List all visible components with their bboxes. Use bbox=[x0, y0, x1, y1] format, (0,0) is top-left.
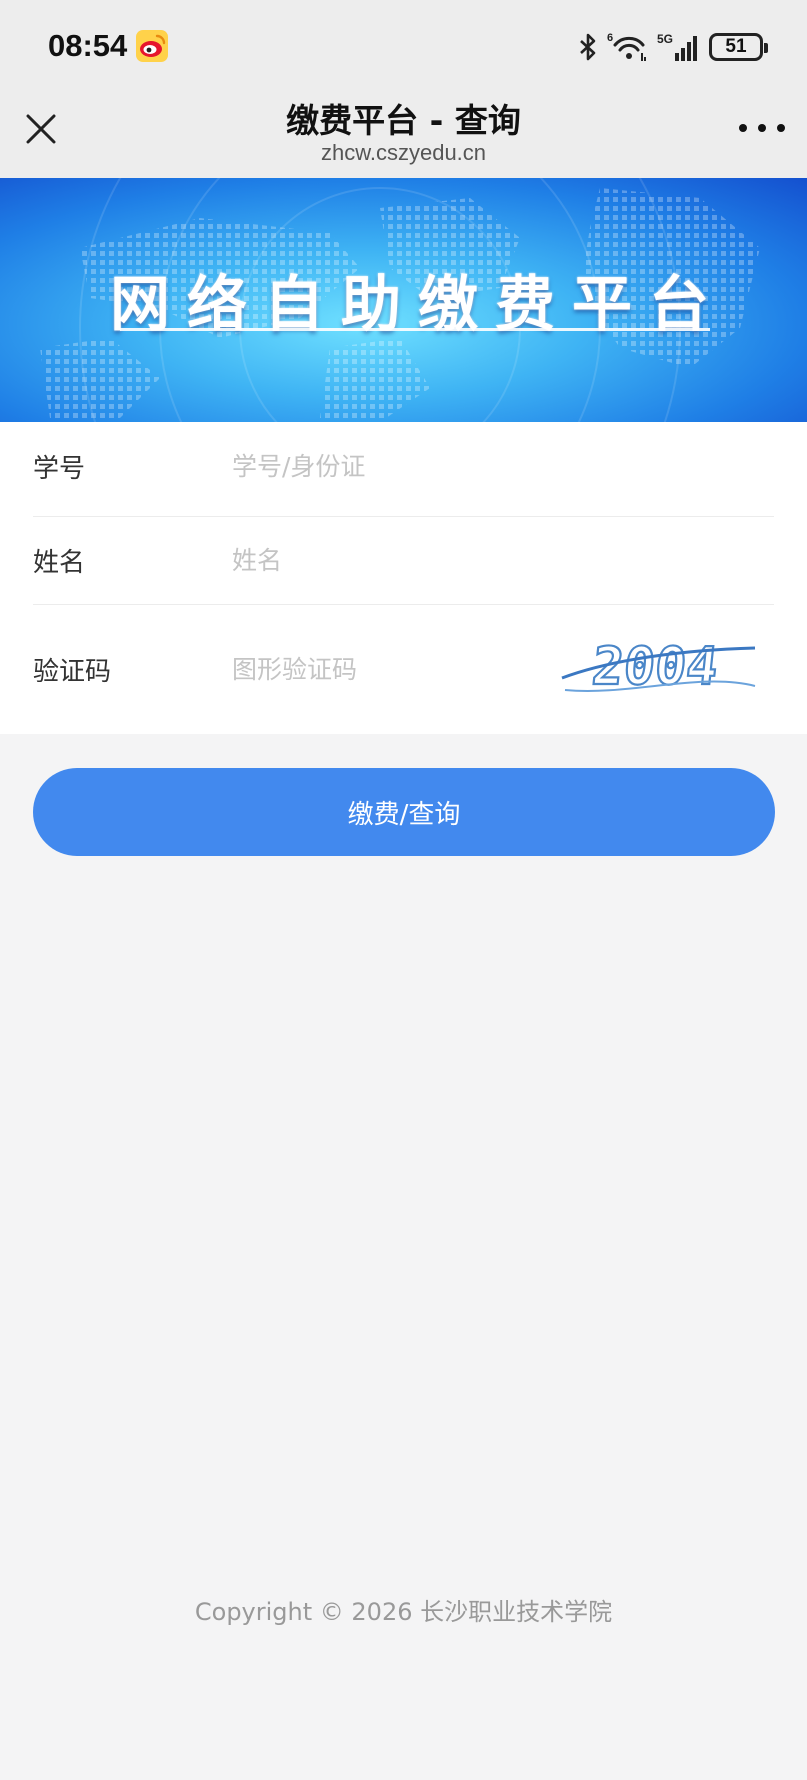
more-dot bbox=[777, 124, 785, 132]
captcha-input[interactable] bbox=[232, 647, 562, 691]
status-time: 08:54 bbox=[48, 28, 128, 63]
banner: 网络自助缴费平台 bbox=[0, 178, 807, 422]
nav-bar: 缴费平台 - 查询 zhcw.cszyedu.cn bbox=[0, 88, 807, 178]
name-row: 姓名 bbox=[0, 516, 807, 604]
more-dot bbox=[758, 124, 766, 132]
page-url: zhcw.cszyedu.cn bbox=[320, 140, 487, 165]
wifi-icon: 6 bbox=[607, 32, 646, 61]
more-dot bbox=[739, 124, 747, 132]
status-icons: 6 5G 51 bbox=[577, 30, 768, 64]
captcha-image[interactable]: 2004 bbox=[560, 620, 760, 710]
more-icon[interactable] bbox=[739, 116, 785, 140]
copyright-text: Copyright © 2026 长沙职业技术学院 bbox=[194, 1598, 613, 1626]
bluetooth-icon bbox=[580, 33, 596, 61]
name-input[interactable] bbox=[232, 538, 562, 582]
battery-indicator: 51 bbox=[709, 33, 768, 61]
status-bar: 08:54 6 5G 51 bbox=[0, 0, 807, 88]
signal-5g-icon: 5G bbox=[657, 32, 697, 61]
query-form: 学号 姓名 验证码 2004 bbox=[0, 422, 807, 734]
network-type: 5G bbox=[657, 32, 673, 46]
weibo-icon bbox=[136, 30, 168, 62]
student-id-input[interactable] bbox=[232, 444, 562, 488]
wifi-badge: 6 bbox=[607, 32, 613, 44]
banner-underline bbox=[120, 328, 710, 331]
student-id-label: 学号 bbox=[33, 453, 86, 484]
page-title: 缴费平台 - 查询 bbox=[286, 101, 521, 140]
name-label: 姓名 bbox=[33, 547, 86, 578]
submit-button[interactable]: 缴费/查询 bbox=[33, 768, 775, 856]
captcha-text: 2004 bbox=[589, 637, 720, 697]
captcha-label: 验证码 bbox=[33, 656, 112, 687]
student-id-row: 学号 bbox=[0, 422, 807, 510]
